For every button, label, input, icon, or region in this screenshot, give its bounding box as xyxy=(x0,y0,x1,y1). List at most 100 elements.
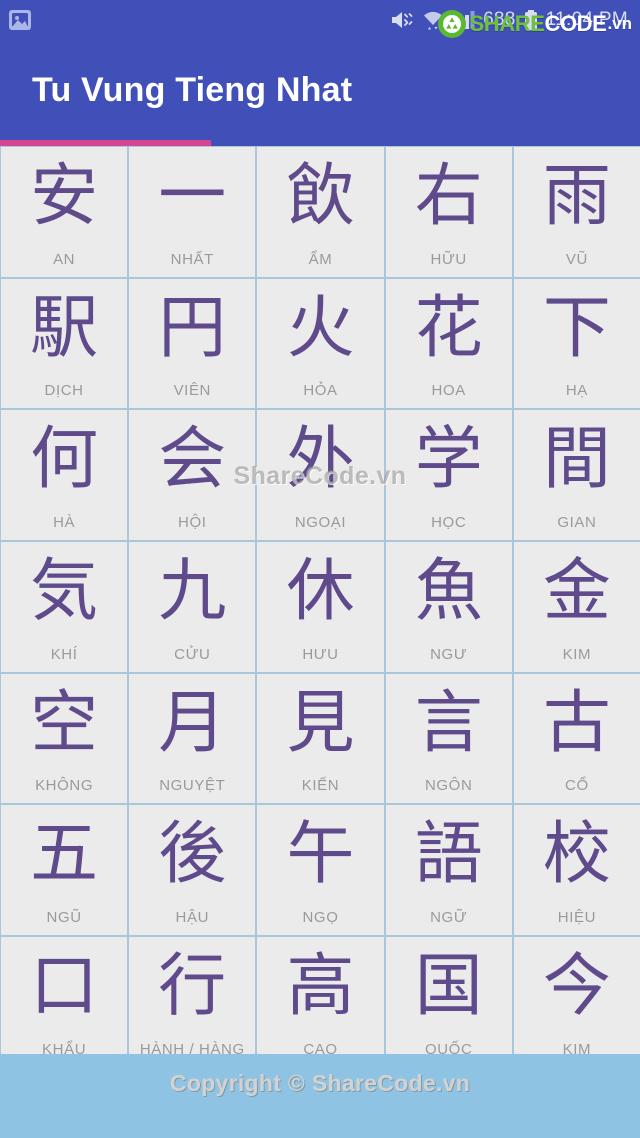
kanji-reading-label: CỔ xyxy=(565,777,589,795)
kanji-reading-label: NGOẠI xyxy=(294,514,347,532)
app-bar: Tu Vung Tieng Nhat xyxy=(0,40,640,140)
kanji-character: 会 xyxy=(158,420,227,500)
kanji-cell[interactable]: 言 NGÔN xyxy=(385,673,512,804)
kanji-cell[interactable]: 五 NGŨ xyxy=(1,805,128,936)
kanji-reading-label: DỊCH xyxy=(44,382,84,400)
photo-icon xyxy=(8,9,32,31)
kanji-character: 飲 xyxy=(286,157,355,236)
kanji-cell[interactable]: 口 KHẨU xyxy=(1,937,128,1067)
kanji-character: 右 xyxy=(414,157,483,236)
status-bar-indicators: 688 11:04 PM SHARE CODE .vn xyxy=(390,9,632,38)
kanji-cell[interactable]: 九 CỬU xyxy=(129,542,256,672)
kanji-cell[interactable]: 語 NGỮ xyxy=(385,805,512,936)
kanji-cell[interactable]: 円 VIÊN xyxy=(129,278,256,409)
kanji-character: 空 xyxy=(30,683,99,763)
kanji-cell[interactable]: 行 HÀNH / HÀNG xyxy=(129,937,256,1067)
kanji-character: 外 xyxy=(286,420,355,500)
kanji-cell[interactable]: 花 HOA xyxy=(385,278,512,409)
kanji-cell[interactable]: 今 KIM xyxy=(513,937,640,1067)
footer-bar: Copyright © ShareCode.vn xyxy=(0,1054,640,1138)
kanji-character: 休 xyxy=(286,552,355,632)
kanji-cell[interactable]: 学 HỌC xyxy=(385,410,512,541)
kanji-character: 国 xyxy=(414,947,483,1027)
kanji-character: 学 xyxy=(414,420,483,500)
kanji-reading-label: NGÔN xyxy=(424,777,473,795)
kanji-reading-label: NGƯ xyxy=(430,645,468,663)
kanji-character: 下 xyxy=(542,288,611,368)
kanji-cell[interactable]: 休 HƯU xyxy=(257,542,384,672)
kanji-character: 花 xyxy=(414,288,483,368)
kanji-cell[interactable]: 高 CAO xyxy=(257,937,384,1067)
kanji-reading-label: HẬU xyxy=(175,909,210,927)
kanji-reading-label: ẨM xyxy=(308,250,333,268)
kanji-grid[interactable]: 安 AN 一 NHẤT 飲 ẨM 右 HỮU 雨 VŨ 駅 DỊCH 円 VIÊN 火 HỎA 花 HOA 下 HẠ 何… xyxy=(0,146,640,1067)
kanji-cell[interactable]: 右 HỮU xyxy=(385,147,512,277)
kanji-reading-label: KIM xyxy=(562,645,592,663)
kanji-character: 駅 xyxy=(30,288,99,368)
kanji-character: 口 xyxy=(30,947,99,1027)
kanji-cell[interactable]: 空 KHÔNG xyxy=(1,673,128,804)
sharecode-watermark-logo: SHARE CODE .vn xyxy=(438,10,632,38)
kanji-cell[interactable]: 一 NHẤT xyxy=(129,147,256,277)
kanji-character: 校 xyxy=(542,815,611,895)
kanji-reading-label: VIÊN xyxy=(173,382,211,400)
watermark-tld-text: .vn xyxy=(607,14,632,33)
kanji-cell[interactable]: 金 KIM xyxy=(513,542,640,672)
kanji-cell[interactable]: 見 KIẾN xyxy=(257,673,384,804)
kanji-character: 雨 xyxy=(542,157,611,236)
kanji-character: 言 xyxy=(414,683,483,763)
watermark-code-text: CODE xyxy=(544,11,607,36)
kanji-character: 間 xyxy=(542,420,611,500)
kanji-reading-label: NGỌ xyxy=(302,909,339,927)
kanji-cell[interactable]: 月 NGUYỆT xyxy=(129,673,256,804)
kanji-cell[interactable]: 何 HÀ xyxy=(1,410,128,541)
kanji-character: 語 xyxy=(414,815,483,895)
kanji-reading-label: NHẤT xyxy=(170,250,214,268)
copyright-text: Copyright © ShareCode.vn xyxy=(169,1070,471,1096)
kanji-cell[interactable]: 駅 DỊCH xyxy=(1,278,128,409)
kanji-cell[interactable]: 国 QUỐC xyxy=(385,937,512,1067)
kanji-character: 火 xyxy=(286,288,355,368)
kanji-reading-label: HỌC xyxy=(431,514,467,532)
kanji-cell[interactable]: 火 HỎA xyxy=(257,278,384,409)
volume-mute-icon xyxy=(390,9,414,31)
kanji-reading-label: CỬU xyxy=(174,645,211,663)
kanji-cell[interactable]: 雨 VŨ xyxy=(513,147,640,277)
kanji-cell[interactable]: 校 HIỆU xyxy=(513,805,640,936)
kanji-reading-label: KHÔNG xyxy=(35,777,94,795)
kanji-reading-label: NGỮ xyxy=(430,909,468,927)
kanji-cell[interactable]: 気 KHÍ xyxy=(1,542,128,672)
status-bar-notifications xyxy=(8,9,32,31)
kanji-character: 古 xyxy=(542,683,611,763)
kanji-cell[interactable]: 午 NGỌ xyxy=(257,805,384,936)
kanji-cell[interactable]: 安 AN xyxy=(1,147,128,277)
kanji-reading-label: HƯU xyxy=(302,645,339,663)
kanji-character: 九 xyxy=(158,552,227,632)
kanji-character: 魚 xyxy=(414,552,483,632)
kanji-character: 午 xyxy=(286,815,355,895)
kanji-reading-label: HỮU xyxy=(430,250,467,268)
kanji-character: 月 xyxy=(158,683,227,763)
kanji-cell[interactable]: 後 HẬU xyxy=(129,805,256,936)
kanji-character: 今 xyxy=(542,947,611,1027)
kanji-reading-label: HỎA xyxy=(303,382,338,400)
kanji-character: 安 xyxy=(30,157,99,236)
kanji-character: 見 xyxy=(286,683,355,763)
kanji-reading-label: HIỆU xyxy=(557,909,597,927)
kanji-character: 気 xyxy=(30,552,99,632)
kanji-character: 何 xyxy=(30,420,99,500)
kanji-cell[interactable]: 下 HẠ xyxy=(513,278,640,409)
page-title: Tu Vung Tieng Nhat xyxy=(32,70,353,109)
kanji-reading-label: HỘI xyxy=(178,514,207,532)
kanji-character: 行 xyxy=(158,947,227,1027)
kanji-character: 五 xyxy=(30,815,99,895)
kanji-cell[interactable]: 外 NGOẠI xyxy=(257,410,384,541)
kanji-cell[interactable]: 飲 ẨM xyxy=(257,147,384,277)
kanji-reading-label: NGŨ xyxy=(46,909,82,927)
kanji-reading-label: HOA xyxy=(431,382,466,400)
kanji-cell[interactable]: 間 GIAN xyxy=(513,410,640,541)
kanji-cell[interactable]: 古 CỔ xyxy=(513,673,640,804)
kanji-cell[interactable]: 会 HỘI xyxy=(129,410,256,541)
kanji-cell[interactable]: 魚 NGƯ xyxy=(385,542,512,672)
kanji-reading-label: NGUYỆT xyxy=(159,777,226,795)
